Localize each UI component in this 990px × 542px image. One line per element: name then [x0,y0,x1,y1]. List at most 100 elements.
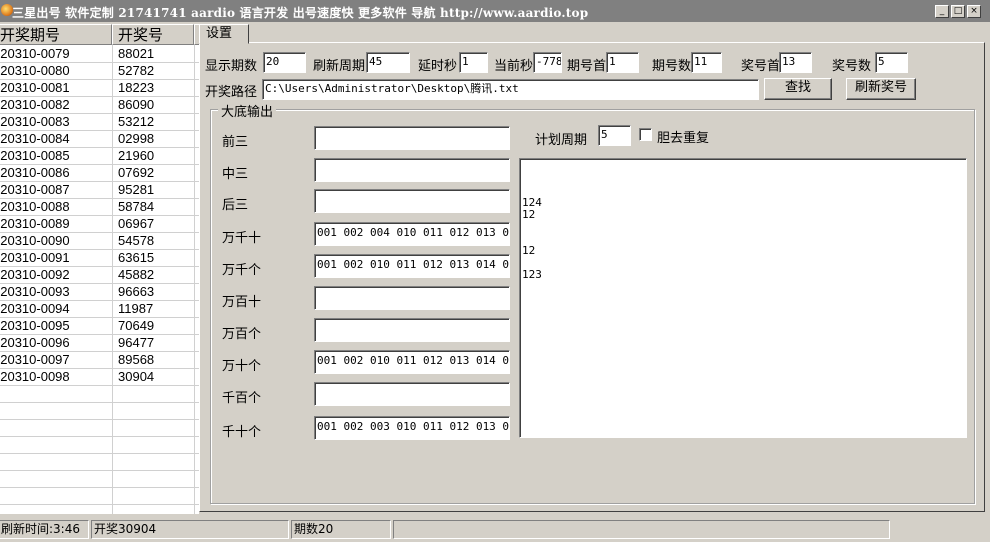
list-row[interactable]: 220310-0090 54578 [0,232,199,250]
number-cell: 86090 [118,97,155,112]
refresh-cycle-label: 刷新周期 [313,59,366,74]
empty-row [0,487,199,505]
refresh-cycle-field[interactable]: 45 [366,52,410,73]
field-input[interactable]: 001 002 003 010 011 012 013 014 [314,416,510,440]
list-row[interactable]: 220310-0080 52782 [0,62,199,80]
field-label: 千十个 [222,425,262,440]
field-input[interactable] [314,286,510,310]
field-input[interactable] [314,158,510,182]
column-header-number[interactable]: 开奖号 [112,24,194,45]
number-cell: 52782 [118,63,155,78]
field-input[interactable]: 001 002 010 011 012 013 014 015 [314,350,510,374]
list-row[interactable]: 220310-0088 58784 [0,198,199,216]
period-cell: 220310-0085 [0,148,70,163]
list-row[interactable]: 220310-0092 45882 [0,266,199,284]
period-cell: 220310-0080 [0,63,70,78]
field-input[interactable] [314,318,510,342]
delay-label: 延时秒 [418,59,458,74]
period-cell: 220310-0084 [0,131,70,146]
period-cell: 220310-0083 [0,114,70,129]
empty-row [0,504,199,514]
find-button[interactable]: 查找 [764,78,832,100]
dedupe-checkbox-label[interactable]: 胆去重复 [657,127,709,146]
list-row[interactable]: 220310-0085 21960 [0,147,199,165]
period-cell: 220310-0082 [0,97,70,112]
list-row[interactable]: 220310-0084 02998 [0,130,199,148]
period-count-label: 期号数 [652,59,692,74]
number-cell: 89568 [118,352,155,367]
delay-field[interactable]: 1 [459,52,488,73]
empty-row [0,453,199,471]
number-cell: 21960 [118,148,155,163]
status-refresh-time: 刷新时间:3:46 [0,520,89,539]
period-cell: 220310-0094 [0,301,70,316]
field-input[interactable]: 001 002 004 010 011 012 013 014 [314,222,510,246]
field-input[interactable] [314,382,510,406]
period-cell: 220310-0098 [0,369,70,384]
number-cell: 70649 [118,318,155,333]
dedupe-checkbox[interactable] [639,128,652,141]
close-button[interactable]: × [967,5,981,18]
output-textarea[interactable] [519,158,967,438]
empty-row [0,436,199,454]
number-cell: 53212 [118,114,155,129]
status-latest-draw: 开奖30904 [91,520,289,539]
prize-first-field[interactable]: 13 [779,52,812,73]
list-row[interactable]: 220310-0093 96663 [0,283,199,301]
list-row[interactable]: 220310-0087 95281 [0,181,199,199]
display-count-label: 显示期数 [205,59,258,74]
period-first-label: 期号首 [567,59,607,74]
list-row[interactable]: 220310-0081 18223 [0,79,199,97]
field-label: 万千十 [222,231,262,246]
list-row[interactable]: 220310-0095 70649 [0,317,199,335]
list-row[interactable]: 220310-0098 30904 [0,368,199,386]
tab-settings[interactable]: 设置 [199,24,249,44]
number-cell: 02998 [118,131,155,146]
number-cell: 88021 [118,46,155,61]
list-row[interactable]: 220310-0094 11987 [0,300,199,318]
prize-count-field[interactable]: 5 [875,52,908,73]
status-extra [393,520,890,539]
period-count-field[interactable]: 11 [691,52,722,73]
list-row[interactable]: 220310-0082 86090 [0,96,199,114]
number-cell: 07692 [118,165,155,180]
empty-row [0,470,199,488]
list-row[interactable]: 220310-0086 07692 [0,164,199,182]
list-row[interactable]: 220310-0079 88021 [0,45,199,63]
field-label: 中三 [222,167,249,182]
number-cell: 18223 [118,80,155,95]
list-row[interactable]: 220310-0083 53212 [0,113,199,131]
output-line: 12 [522,244,536,257]
path-field[interactable]: C:\Users\Administrator\Desktop\腾讯.txt [262,79,759,100]
number-cell: 06967 [118,216,155,231]
output-line: 123 [522,268,542,281]
field-input[interactable] [314,126,510,150]
number-cell: 30904 [118,369,155,384]
number-cell: 96477 [118,335,155,350]
period-first-field[interactable]: 1 [606,52,639,73]
plan-cycle-field[interactable]: 5 [598,125,631,146]
minimize-button[interactable]: _ [935,5,949,18]
period-cell: 220310-0097 [0,352,70,367]
field-label: 万百十 [222,295,262,310]
field-label: 万十个 [222,359,262,374]
list-row[interactable]: 220310-0091 63615 [0,249,199,267]
field-input[interactable]: 001 002 010 011 012 013 014 015 [314,254,510,278]
results-list[interactable]: 开奖期号 开奖号 220310-0079 88021 220310-0080 5278… [0,24,199,514]
period-cell: 220310-0091 [0,250,70,265]
display-count-field[interactable]: 20 [263,52,306,73]
prize-first-label: 奖号首 [741,59,781,74]
path-label: 开奖路径 [205,85,258,100]
field-input[interactable] [314,189,510,213]
prize-count-label: 奖号数 [832,59,872,74]
maximize-button[interactable]: □ [951,5,965,18]
refresh-prize-button[interactable]: 刷新奖号 [846,78,916,100]
window-title: 三星出号 软件定制 21741741 aardio 语言开发 出号速度快 更多软… [12,6,589,20]
output-line: 12 [522,208,536,221]
number-cell: 11987 [118,301,154,316]
column-header-period[interactable]: 开奖期号 [0,24,112,45]
list-row[interactable]: 220310-0089 06967 [0,215,199,233]
list-row[interactable]: 220310-0097 89568 [0,351,199,369]
current-sec-field[interactable]: -778 [533,52,562,73]
list-row[interactable]: 220310-0096 96477 [0,334,199,352]
